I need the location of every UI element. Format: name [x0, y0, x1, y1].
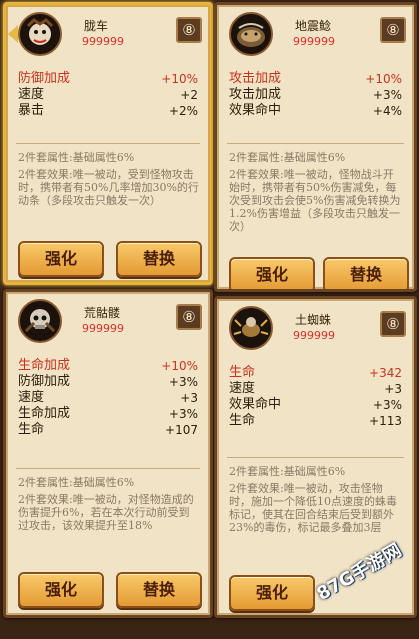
- divider: [16, 468, 200, 469]
- soul-name: 地震鲶: [295, 19, 332, 33]
- enhance-button[interactable]: 强化: [229, 257, 315, 289]
- soul-avatar: [229, 306, 273, 350]
- replace-button[interactable]: 替换: [323, 257, 409, 289]
- divider: [227, 143, 404, 144]
- set-effect-text: 2件套效果:唯一被动，攻击怪物时，施加一个降低10点速度的蛛毒标记，使其在回合结…: [229, 482, 397, 534]
- soul-avatar: [229, 12, 273, 56]
- replace-button[interactable]: 替换: [116, 241, 202, 277]
- card-header: 土蜘蛛 999999 ⑧: [217, 299, 414, 357]
- divider: [227, 457, 404, 458]
- stat-row: 生命 +113: [229, 413, 402, 428]
- star-rating: 999999: [82, 322, 124, 335]
- selected-arrow-icon: [8, 25, 18, 43]
- set-description: 2件套属性:基础属性6% 2件套效果:唯一被动，对怪物造成的伤害提升6%，若在本…: [18, 476, 200, 532]
- slot-icon: ⑧: [176, 304, 202, 330]
- star-rating: 999999: [82, 35, 124, 48]
- card-header: 胧车 999999 ⑧: [6, 5, 210, 63]
- stat-row: 生命加成 +10%: [18, 358, 198, 373]
- star-rating: 999999: [293, 35, 335, 48]
- stat-list: 生命加成 +10% 防御加成 +3% 速度 +3 生命加成 +3% 生命 +107: [18, 358, 198, 438]
- stat-list: 防御加成 +10% 速度 +2 暴击 +2%: [18, 71, 198, 119]
- soul-card-1[interactable]: 胧车 999999 ⑧ 防御加成 +10% 速度 +2 暴击 +2% 2件套属性:基础…: [3, 2, 213, 285]
- card-header: 地震鲶 999999 ⑧: [217, 5, 414, 63]
- set-effect-text: 2件套效果:唯一被动，对怪物造成的伤害提升6%，若在本次行动前受到过攻击，该效果…: [18, 493, 194, 532]
- set-attr-text: 2件套属性:基础属性6%: [18, 476, 135, 489]
- set-attr-text: 2件套属性:基础属性6%: [229, 151, 346, 164]
- enhance-button[interactable]: 强化: [18, 241, 104, 277]
- slot-icon: ⑧: [380, 311, 406, 337]
- divider: [16, 143, 200, 144]
- set-effect-text: 2件套效果:唯一被动，受到怪物攻击时，携带者有50%几率增加30%的行动条（多段…: [18, 168, 199, 207]
- stat-row: 防御加成 +3%: [18, 374, 198, 389]
- set-effect-text: 2件套效果:唯一被动，怪物战斗开始时，携带者有50%伤害减免，每次受到攻击会使5…: [229, 168, 401, 233]
- stat-row: 效果命中 +4%: [229, 103, 402, 118]
- soul-avatar: [18, 299, 62, 343]
- stat-row: 速度 +2: [18, 87, 198, 102]
- stat-row: 生命加成 +3%: [18, 406, 198, 421]
- soul-avatar: [18, 12, 62, 56]
- enhance-button[interactable]: 强化: [229, 575, 315, 611]
- stat-row: 速度 +3: [229, 381, 402, 396]
- set-description: 2件套属性:基础属性6% 2件套效果:唯一被动，攻击怪物时，施加一个降低10点速…: [229, 465, 404, 534]
- soul-card-2[interactable]: 地震鲶 999999 ⑧ 攻击加成 +10% 攻击加成 +3% 效果命中 +4% 2件…: [214, 2, 417, 292]
- card-header: 荒骷髅 999999 ⑧: [6, 292, 210, 350]
- star-rating: 999999: [293, 329, 335, 342]
- slot-icon: ⑧: [176, 17, 202, 43]
- set-description: 2件套属性:基础属性6% 2件套效果:唯一被动，怪物战斗开始时，携带者有50%伤…: [229, 151, 404, 233]
- set-attr-text: 2件套属性:基础属性6%: [229, 465, 346, 478]
- replace-button[interactable]: 替换: [116, 572, 202, 608]
- enhance-button[interactable]: 强化: [18, 572, 104, 608]
- soul-name: 土蜘蛛: [295, 313, 332, 327]
- soul-name: 荒骷髅: [84, 306, 121, 320]
- stat-row: 速度 +3: [18, 390, 198, 405]
- set-description: 2件套属性:基础属性6% 2件套效果:唯一被动，受到怪物攻击时，携带者有50%几…: [18, 151, 200, 207]
- slot-icon: ⑧: [380, 17, 406, 43]
- stat-row: 生命 +342: [229, 365, 402, 380]
- soul-name: 胧车: [84, 19, 109, 33]
- stat-row: 暴击 +2%: [18, 103, 198, 118]
- set-attr-text: 2件套属性:基础属性6%: [18, 151, 135, 164]
- stat-list: 生命 +342 速度 +3 效果命中 +3% 生命 +113: [229, 365, 402, 429]
- stat-row: 攻击加成 +3%: [229, 87, 402, 102]
- stat-row: 生命 +107: [18, 422, 198, 437]
- stat-row: 攻击加成 +10%: [229, 71, 402, 86]
- soul-card-3[interactable]: 荒骷髅 999999 ⑧ 生命加成 +10% 防御加成 +3% 速度 +3 生命加成 +…: [3, 289, 213, 618]
- stat-row: 效果命中 +3%: [229, 397, 402, 412]
- stat-row: 防御加成 +10%: [18, 71, 198, 86]
- stat-list: 攻击加成 +10% 攻击加成 +3% 效果命中 +4%: [229, 71, 402, 119]
